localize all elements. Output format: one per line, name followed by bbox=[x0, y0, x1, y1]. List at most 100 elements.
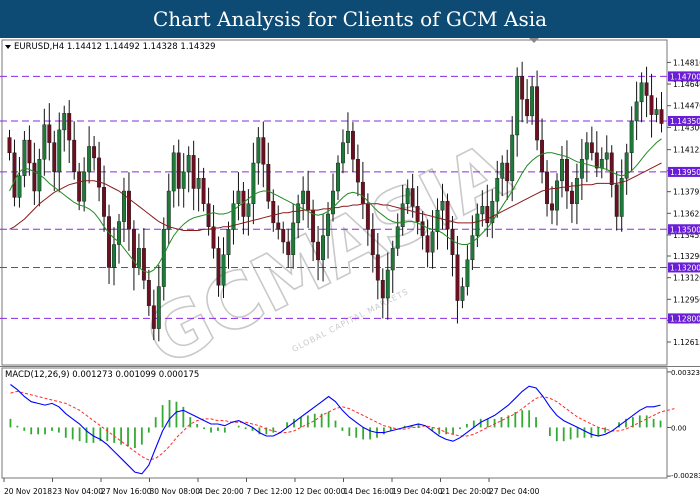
candle-body bbox=[355, 158, 360, 183]
candle-body bbox=[141, 248, 146, 281]
banner-title: Chart Analysis for Clients of GCM Asia bbox=[152, 7, 548, 31]
candle-body bbox=[375, 254, 380, 281]
candle-body bbox=[639, 82, 644, 103]
candle-body bbox=[520, 76, 525, 100]
candle-body bbox=[565, 158, 569, 192]
candle-body bbox=[649, 95, 654, 115]
candle-body bbox=[221, 254, 226, 286]
price-tick-label: 1.13625 bbox=[673, 209, 700, 218]
candle-body bbox=[495, 178, 500, 202]
candle-body bbox=[589, 142, 594, 154]
candle-body bbox=[654, 109, 659, 115]
candle-body bbox=[525, 99, 530, 117]
candle-body bbox=[67, 113, 72, 141]
candle-body bbox=[350, 130, 355, 160]
candle-body bbox=[7, 137, 12, 154]
time-tick-label: 27 Nov 16:00 bbox=[101, 487, 152, 496]
candle-body bbox=[291, 222, 296, 255]
candle-body bbox=[346, 130, 350, 143]
candle-body bbox=[380, 280, 385, 299]
price-tick-label: 1.14470 bbox=[673, 102, 700, 111]
candle-body bbox=[619, 178, 624, 217]
candle-body bbox=[326, 213, 330, 236]
candle-body bbox=[435, 209, 440, 232]
macd-tick-label: 0.00 bbox=[671, 424, 687, 432]
candle-body bbox=[107, 216, 111, 268]
candle-body bbox=[266, 164, 271, 202]
candle-body bbox=[156, 286, 161, 329]
candle-body bbox=[425, 235, 430, 253]
candle-body bbox=[102, 187, 106, 217]
time-tick-label: 19 Dec 04:00 bbox=[392, 487, 443, 496]
candle-body bbox=[321, 235, 325, 261]
candle-body bbox=[370, 229, 375, 255]
candle-body bbox=[470, 235, 475, 261]
candle-body bbox=[395, 226, 400, 249]
candle-body bbox=[480, 206, 485, 215]
candle-body bbox=[614, 184, 619, 217]
time-tick-label: 14 Dec 16:00 bbox=[344, 487, 395, 496]
price-axis: 1.148101.146401.144701.143001.141251.139… bbox=[667, 58, 700, 347]
price-tick-label: 1.13120 bbox=[673, 274, 700, 283]
candle-body bbox=[360, 181, 365, 204]
candle-body bbox=[181, 171, 186, 189]
level-label: 1.13200 bbox=[670, 263, 700, 272]
price-tick-label: 1.13795 bbox=[673, 188, 700, 197]
price-header: EURUSD,H4 1.14412 1.14492 1.14328 1.1432… bbox=[14, 42, 216, 52]
candle-body bbox=[191, 155, 196, 189]
candle-body bbox=[460, 286, 465, 301]
time-tick-label: 21 Dec 20:00 bbox=[441, 487, 492, 496]
candle-body bbox=[365, 203, 370, 230]
candle-body bbox=[599, 158, 604, 169]
candle-body bbox=[440, 201, 445, 211]
candle-body bbox=[166, 190, 171, 230]
candle-body bbox=[555, 180, 559, 211]
level-label: 1.13950 bbox=[670, 168, 700, 177]
trading-chart: GCMASIA GLOBAL CAPITAL MARKETS 1.148101.… bbox=[0, 38, 700, 496]
candle-body bbox=[515, 76, 520, 136]
candle-body bbox=[475, 213, 480, 236]
candle-body bbox=[27, 139, 32, 164]
candle-body bbox=[286, 241, 291, 255]
candle-body bbox=[445, 201, 450, 230]
time-tick-label: 20 Nov 2018 bbox=[4, 487, 52, 496]
price-tick-label: 1.14810 bbox=[673, 58, 700, 67]
price-tick-label: 1.14125 bbox=[673, 146, 700, 155]
candle-body bbox=[211, 226, 216, 249]
candle-body bbox=[17, 175, 22, 198]
candle-body bbox=[465, 259, 470, 287]
candle-body bbox=[659, 109, 664, 124]
candle-body bbox=[32, 162, 37, 192]
candle-body bbox=[455, 254, 460, 301]
candle-body bbox=[176, 152, 181, 189]
candle-body bbox=[136, 248, 141, 268]
candle-body bbox=[505, 162, 510, 182]
candle-body bbox=[57, 129, 62, 173]
candle-body bbox=[301, 190, 306, 204]
candle-body bbox=[92, 146, 97, 159]
candle-body bbox=[500, 162, 505, 179]
candle-body bbox=[151, 305, 156, 329]
candle-body bbox=[256, 137, 261, 164]
candle-body bbox=[584, 142, 589, 160]
candle-body bbox=[341, 142, 345, 164]
candle-body bbox=[87, 146, 92, 173]
candle-body bbox=[579, 158, 584, 179]
candle-body bbox=[540, 139, 544, 173]
candle-body bbox=[127, 190, 131, 230]
candle-body bbox=[271, 201, 276, 224]
candle-body bbox=[336, 162, 340, 192]
candle-body bbox=[331, 190, 335, 215]
macd-header: MACD(12,26,9) 0.001273 0.001099 0.000175 bbox=[5, 370, 199, 380]
candle-body bbox=[569, 190, 574, 204]
price-tick-label: 1.12615 bbox=[673, 338, 700, 347]
candle-body bbox=[171, 152, 176, 192]
candle-body bbox=[450, 229, 455, 255]
level-label: 1.13500 bbox=[670, 225, 700, 234]
candle-body bbox=[390, 248, 395, 271]
candle-body bbox=[430, 231, 435, 253]
macd-tick-label: 0.003236 bbox=[671, 369, 700, 377]
macd-panel-frame bbox=[1, 367, 668, 479]
candle-body bbox=[146, 280, 151, 306]
candle-body bbox=[410, 188, 415, 207]
